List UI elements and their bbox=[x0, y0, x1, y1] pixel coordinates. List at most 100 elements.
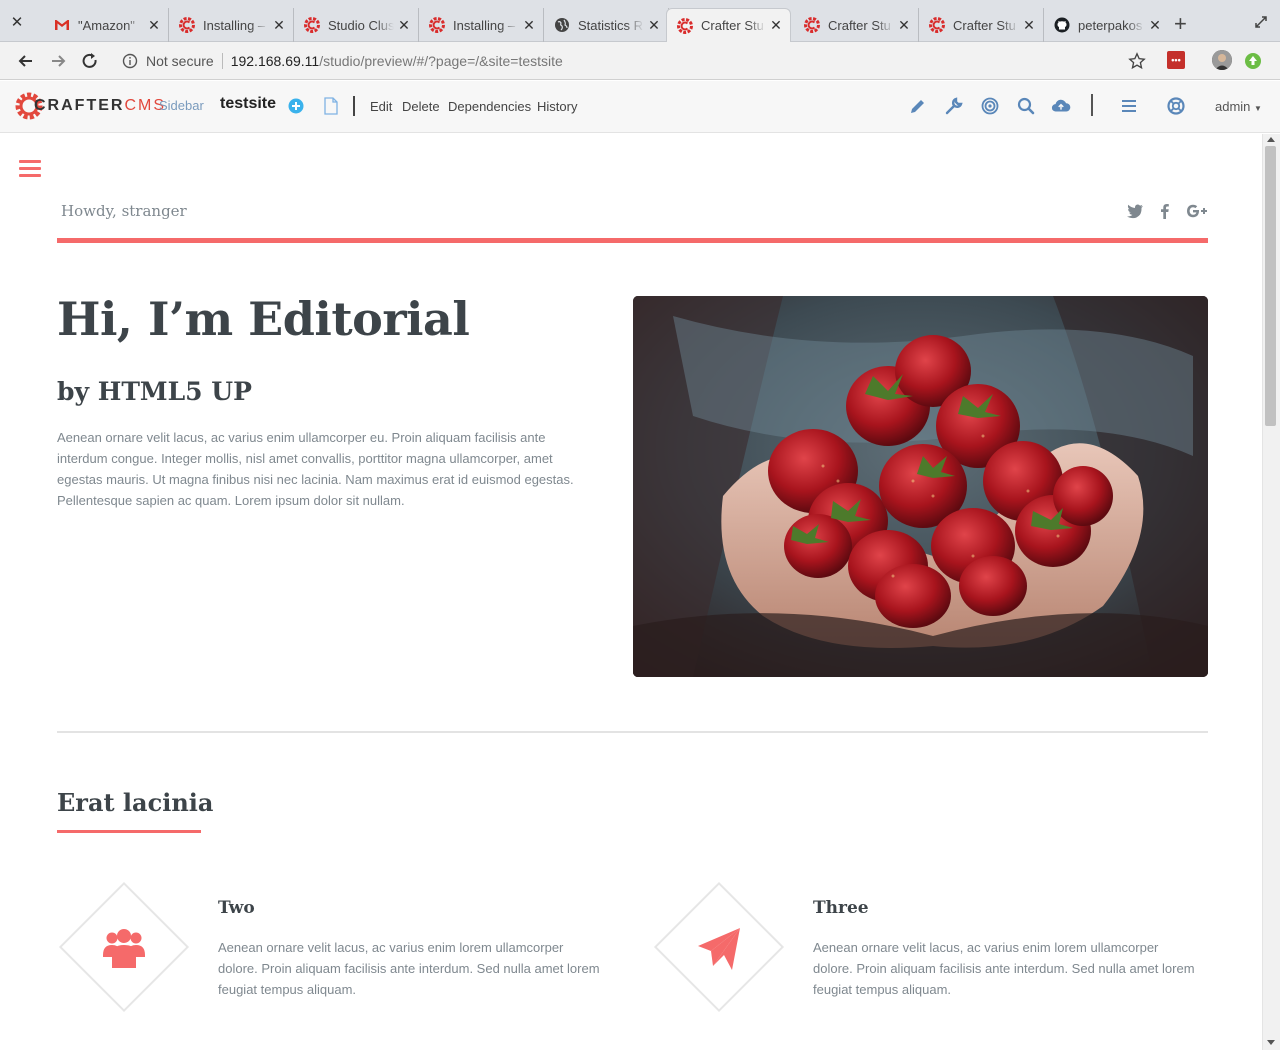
section-divider bbox=[57, 731, 1208, 733]
tab-title: Statistics R bbox=[578, 17, 644, 33]
tab-5-active[interactable]: Crafter Stu ✕ bbox=[666, 8, 791, 42]
crafter-icon bbox=[804, 17, 820, 33]
delete-link[interactable]: Delete bbox=[402, 99, 440, 114]
greeting-text: Howdy, stranger bbox=[61, 202, 187, 220]
feature-title: Three bbox=[813, 898, 869, 918]
url-path: /studio/preview/#/?page=/&site=testsite bbox=[319, 53, 563, 69]
window-close-icon[interactable]: ✕ bbox=[8, 14, 26, 32]
update-extension-icon[interactable] bbox=[1245, 53, 1261, 69]
tab-8[interactable]: peterpakos ✕ bbox=[1044, 8, 1169, 42]
tab-close-icon[interactable]: ✕ bbox=[1145, 17, 1165, 34]
tab-3[interactable]: Installing – ✕ bbox=[419, 8, 544, 42]
tab-title: peterpakos bbox=[1078, 17, 1145, 33]
logo-main-text: CRAFTER bbox=[34, 97, 125, 114]
page-icon[interactable] bbox=[323, 97, 339, 115]
crafter-icon bbox=[929, 17, 945, 33]
tab-7[interactable]: Crafter Stu ✕ bbox=[919, 8, 1044, 42]
tab-title: Crafter Stu bbox=[953, 17, 1019, 33]
toolbar-divider-right bbox=[1091, 94, 1093, 116]
tab-1[interactable]: Installing – ✕ bbox=[169, 8, 294, 42]
feature-text: Aenean ornare velit lacus, ac varius eni… bbox=[218, 940, 600, 997]
tab-0[interactable]: "Amazon" ✕ bbox=[44, 8, 169, 42]
profile-avatar[interactable] bbox=[1212, 50, 1232, 70]
strawberries-hero-image bbox=[633, 296, 1208, 677]
target-icon[interactable] bbox=[980, 96, 1000, 116]
globe-icon bbox=[554, 17, 570, 33]
tab-close-icon[interactable]: ✕ bbox=[519, 17, 539, 34]
facebook-icon[interactable] bbox=[1156, 202, 1174, 220]
tab-close-icon[interactable]: ✕ bbox=[894, 17, 914, 34]
info-icon[interactable] bbox=[122, 53, 138, 69]
tab-title: Crafter Stu bbox=[828, 17, 894, 33]
section-title: Erat lacinia bbox=[57, 788, 214, 817]
edit-link[interactable]: Edit bbox=[370, 99, 392, 114]
users-icon bbox=[103, 929, 145, 968]
scroll-down-arrow-icon[interactable] bbox=[1267, 1040, 1275, 1045]
bookmark-star-icon[interactable] bbox=[1128, 52, 1146, 70]
github-icon bbox=[1054, 17, 1070, 33]
add-content-icon[interactable] bbox=[288, 98, 304, 114]
tab-6[interactable]: Crafter Stu ✕ bbox=[794, 8, 919, 42]
feature-title: Two bbox=[218, 898, 255, 918]
site-name[interactable]: testsite bbox=[220, 95, 276, 113]
help-lifebuoy-icon[interactable] bbox=[1166, 96, 1186, 116]
search-icon[interactable] bbox=[1016, 96, 1036, 116]
scroll-up-arrow-icon[interactable] bbox=[1267, 137, 1275, 142]
user-name: admin bbox=[1215, 99, 1251, 114]
crafter-icon bbox=[677, 17, 693, 34]
browser-toolbar: Not secure 192.168.69.11/studio/preview/… bbox=[0, 42, 1280, 80]
tab-title: Installing – bbox=[203, 17, 269, 33]
address-separator bbox=[221, 53, 223, 69]
crafter-icon bbox=[179, 17, 195, 33]
tab-title: "Amazon" bbox=[78, 17, 144, 33]
tab-close-icon[interactable]: ✕ bbox=[644, 17, 664, 34]
chevron-down-icon: ▼ bbox=[1254, 104, 1262, 113]
tab-close-icon[interactable]: ✕ bbox=[1019, 17, 1039, 34]
tab-title: Studio Clus bbox=[328, 17, 394, 33]
header-divider bbox=[57, 238, 1208, 243]
tab-close-icon[interactable]: ✕ bbox=[766, 17, 786, 34]
menu-lines-icon[interactable] bbox=[1119, 96, 1139, 116]
new-tab-icon[interactable]: + bbox=[1174, 13, 1187, 35]
history-link[interactable]: History bbox=[537, 99, 577, 114]
crafter-icon bbox=[304, 17, 320, 33]
hero-body: Aenean ornare velit lacus, ac varius eni… bbox=[57, 430, 574, 508]
crafter-logo[interactable]: CRAFTERCMS bbox=[14, 90, 166, 122]
tab-title: Installing – bbox=[453, 17, 519, 33]
section-title-underline bbox=[57, 830, 201, 833]
google-plus-icon[interactable] bbox=[1185, 202, 1209, 220]
hamburger-menu-icon[interactable] bbox=[19, 160, 41, 178]
scroll-thumb[interactable] bbox=[1265, 146, 1276, 426]
lastpass-extension-icon[interactable]: ••• bbox=[1167, 51, 1185, 69]
dependencies-link[interactable]: Dependencies bbox=[448, 99, 531, 114]
tab-2[interactable]: Studio Clus ✕ bbox=[294, 8, 419, 42]
hero-title: Hi, I’m Editorial bbox=[57, 292, 470, 346]
tab-close-icon[interactable]: ✕ bbox=[394, 17, 414, 34]
forward-arrow-icon[interactable] bbox=[48, 51, 68, 71]
tab-4[interactable]: Statistics R ✕ bbox=[544, 8, 669, 42]
tab-close-icon[interactable]: ✕ bbox=[269, 17, 289, 34]
security-label: Not secure bbox=[146, 53, 214, 69]
gmail-icon bbox=[54, 17, 70, 33]
crafter-icon bbox=[429, 17, 445, 33]
toolbar-divider bbox=[353, 96, 355, 116]
feature-text: Aenean ornare velit lacus, ac varius eni… bbox=[813, 940, 1195, 997]
tab-title: Crafter Stu bbox=[701, 18, 766, 33]
crafter-wordmark: CRAFTERCMS bbox=[34, 97, 166, 115]
cloud-upload-icon[interactable] bbox=[1051, 96, 1071, 116]
paper-plane-icon bbox=[698, 928, 740, 970]
preview-frame: Howdy, stranger Hi, I’m Editorial by HTM… bbox=[0, 134, 1262, 1050]
twitter-icon[interactable] bbox=[1126, 202, 1144, 220]
restore-window-icon[interactable] bbox=[1253, 14, 1269, 30]
reload-icon[interactable] bbox=[80, 51, 100, 71]
sidebar-toggle[interactable]: Sidebar bbox=[159, 98, 204, 113]
url-host: 192.168.69.11 bbox=[230, 53, 320, 69]
crafter-toolbar: CRAFTERCMS Sidebar testsite Edit Delete … bbox=[0, 81, 1280, 133]
user-menu[interactable]: admin ▼ bbox=[1215, 99, 1262, 114]
wrench-icon[interactable] bbox=[944, 96, 964, 116]
hero-subtitle: by HTML5 UP bbox=[57, 377, 252, 406]
address-bar[interactable]: Not secure 192.168.69.11/studio/preview/… bbox=[112, 46, 1162, 76]
back-arrow-icon[interactable] bbox=[16, 51, 36, 71]
tab-close-icon[interactable]: ✕ bbox=[144, 17, 164, 34]
pencil-icon[interactable] bbox=[908, 96, 928, 116]
